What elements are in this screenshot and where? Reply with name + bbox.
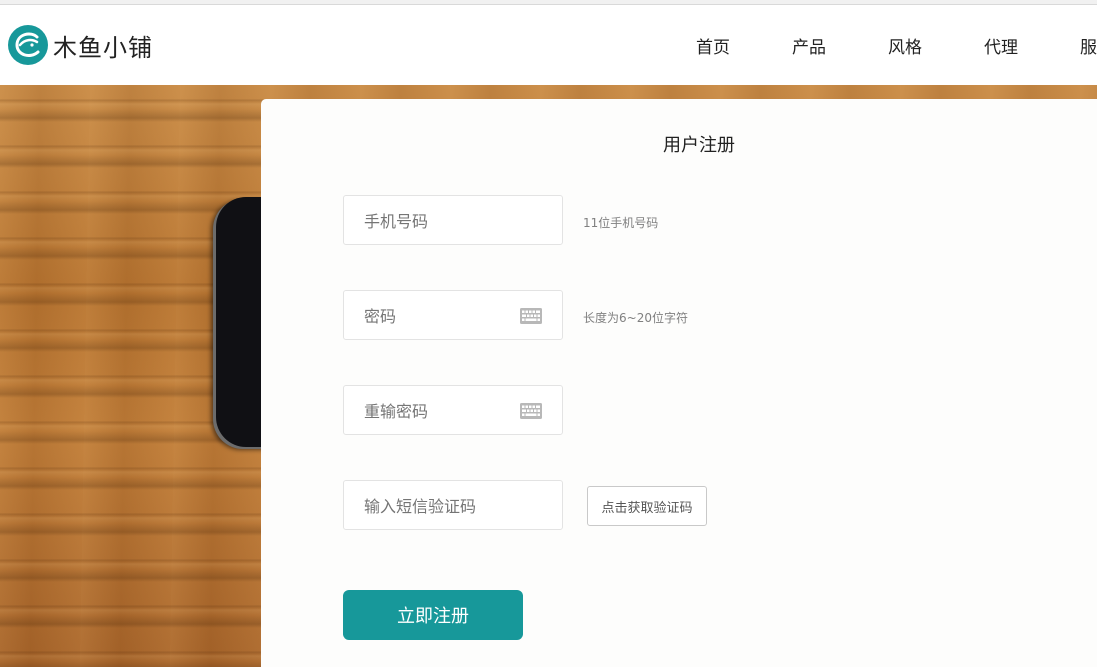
fish-logo-icon [8, 25, 48, 65]
main-nav: 首页 产品 风格 代理 服务 [665, 5, 1097, 85]
sms-code-field[interactable]: 输入短信验证码 [343, 480, 563, 530]
get-code-button[interactable]: 点击获取验证码 [587, 486, 707, 526]
confirm-password-field[interactable]: 重输密码 [343, 385, 563, 435]
logo-text: 木鱼小铺 [53, 33, 153, 62]
page-title: 用户注册 [663, 135, 735, 156]
nav-item-home[interactable]: 首页 [665, 33, 761, 58]
register-panel: 用户注册 手机号码 11位手机号码 密码 长度为6~20位字符 重输密码 输入短… [261, 99, 1097, 667]
sms-code-placeholder: 输入短信验证码 [364, 497, 477, 516]
keyboard-icon[interactable] [520, 308, 542, 324]
nav-item-agents[interactable]: 代理 [953, 33, 1049, 58]
password-placeholder: 密码 [364, 307, 397, 326]
confirm-password-placeholder: 重输密码 [364, 402, 429, 421]
password-field[interactable]: 密码 [343, 290, 563, 340]
site-logo[interactable]: 木鱼小铺 [8, 25, 153, 65]
site-header: 木鱼小铺 首页 产品 风格 代理 服务 [0, 5, 1097, 85]
phone-hint: 11位手机号码 [583, 216, 659, 230]
register-button[interactable]: 立即注册 [343, 590, 523, 640]
password-hint: 长度为6~20位字符 [583, 311, 688, 325]
phone-placeholder: 手机号码 [364, 212, 429, 231]
nav-item-styles[interactable]: 风格 [857, 33, 953, 58]
nav-item-products[interactable]: 产品 [761, 33, 857, 58]
phone-field[interactable]: 手机号码 [343, 195, 563, 245]
keyboard-icon[interactable] [520, 403, 542, 419]
nav-item-services[interactable]: 服务 [1049, 33, 1097, 58]
